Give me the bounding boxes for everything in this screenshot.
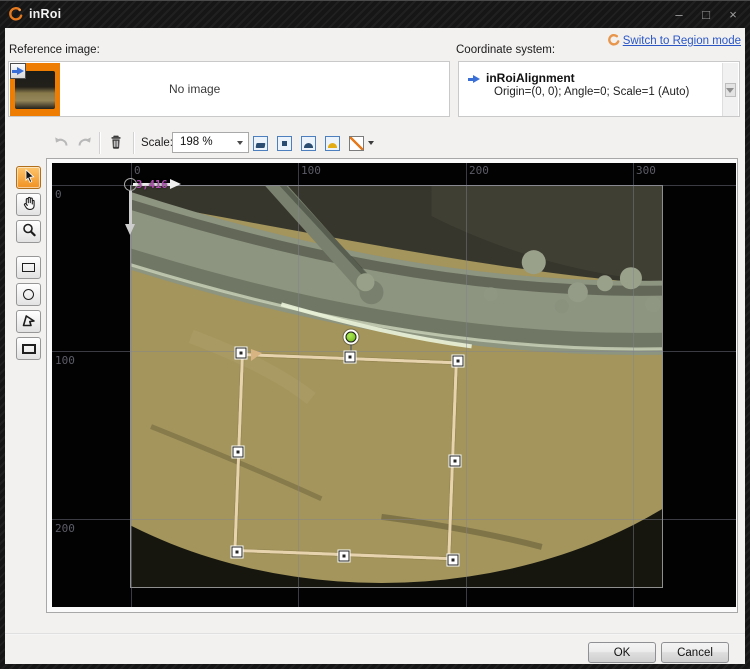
roi-handle-top-right[interactable] <box>452 355 464 367</box>
roi-style-icon <box>349 136 364 151</box>
coordinate-system-details: Origin=(0, 0); Angle=0; Scale=1 (Auto) <box>494 86 690 98</box>
close-icon[interactable]: × <box>726 8 740 21</box>
undo-button[interactable] <box>50 133 71 154</box>
trash-icon <box>107 133 125 154</box>
scroll-down-icon <box>726 88 734 93</box>
circle-icon <box>23 289 34 300</box>
scale-value: 198 % <box>180 136 213 148</box>
redo-icon <box>77 134 94 154</box>
ruler-label: 100 <box>55 354 75 367</box>
ruler-label: 0 <box>55 188 62 201</box>
magnifier-icon <box>21 222 37 241</box>
switch-to-region-mode-link[interactable]: Switch to Region mode <box>623 35 741 47</box>
window-controls: – □ × <box>672 0 740 28</box>
roi-handle-middle-right[interactable] <box>449 455 461 467</box>
scale-combobox[interactable]: 198 % <box>172 132 249 153</box>
roi-handle-top-middle[interactable] <box>344 351 356 363</box>
roi-handle-top-left[interactable] <box>235 347 247 359</box>
gridline-x-300 <box>633 163 634 607</box>
roi-first-vertex-marker <box>251 349 262 361</box>
polygon-icon <box>20 312 37 332</box>
roi-handle-middle-left[interactable] <box>232 446 244 458</box>
gridline-y-100 <box>52 351 736 352</box>
blue-arrow-icon <box>468 75 480 84</box>
switch-mode-icon <box>606 33 620 51</box>
reference-image-list[interactable]: No image <box>8 61 450 117</box>
x-axis-arrowhead-icon <box>170 179 181 189</box>
redo-button[interactable] <box>75 133 96 154</box>
ok-button[interactable]: OK <box>588 642 656 663</box>
zoom-fit-button[interactable] <box>250 133 271 154</box>
rectangle-icon <box>22 263 35 272</box>
cancel-button[interactable]: Cancel <box>661 642 729 663</box>
roi-canvas[interactable]: 0 100 200 300 0 100 200 3,416 <box>52 163 736 607</box>
maximize-icon[interactable]: □ <box>699 8 713 21</box>
mode-link-row: Switch to Region mode <box>0 31 745 49</box>
coordinate-system-item[interactable]: inRoiAlignment Origin=(0, 0); Angle=0; S… <box>468 71 689 100</box>
no-image-item[interactable]: No image <box>169 62 220 116</box>
thick-rectangle-icon <box>21 343 36 354</box>
ruler-label: 200 <box>469 164 489 177</box>
y-axis-arrowhead-icon <box>125 224 135 235</box>
roi-rectangle[interactable] <box>233 353 458 561</box>
coordinate-system-list[interactable]: inRoiAlignment Origin=(0, 0); Angle=0; S… <box>458 61 740 117</box>
footer-separator <box>5 633 745 635</box>
zoom-selection-button[interactable] <box>322 133 343 154</box>
circle-tool-button[interactable] <box>16 283 41 306</box>
ruler-label: 200 <box>55 522 75 535</box>
zoom-selection-icon <box>325 136 340 151</box>
pan-tool-button[interactable] <box>16 193 41 216</box>
toolbar-separator <box>99 132 100 154</box>
ruler-label: 100 <box>301 164 321 177</box>
reference-thumb-badge <box>10 63 26 79</box>
reference-thumbnail-selected[interactable] <box>10 63 60 116</box>
rectangle-tool-button[interactable] <box>16 256 41 279</box>
cursor-coordinates-text: 3,416 <box>136 179 168 191</box>
coordinate-system-label: Coordinate system: <box>456 44 556 56</box>
roi-handle-bottom-left[interactable] <box>231 546 243 558</box>
polygon-tool-button[interactable] <box>16 310 41 333</box>
app-logo-icon <box>7 6 23 22</box>
hand-icon <box>21 195 37 214</box>
ruler-label: 0 <box>134 164 141 177</box>
ruler-label: 300 <box>636 164 656 177</box>
zoom-original-icon <box>277 136 292 151</box>
scale-label: Scale: <box>141 137 173 149</box>
inroi-dialog: inRoi – □ × Switch to Region mode Refere… <box>0 0 750 669</box>
editor-panel: 0 100 200 300 0 100 200 3,416 <box>46 158 738 613</box>
chevron-down-icon[interactable] <box>237 141 243 145</box>
zoom-fit-width-icon <box>301 136 316 151</box>
select-tool-button[interactable] <box>16 166 41 189</box>
coordinate-system-name: inRoiAlignment <box>486 71 575 85</box>
minimize-icon[interactable]: – <box>672 8 686 21</box>
y-axis-arrow <box>129 191 132 224</box>
roi-handle-bottom-middle[interactable] <box>338 550 350 562</box>
coordinate-list-scrollbar[interactable] <box>722 63 738 116</box>
undo-icon <box>52 134 69 154</box>
roi-style-dropdown-icon[interactable] <box>368 141 374 145</box>
roi-rotate-handle[interactable] <box>345 331 357 343</box>
delete-roi-button[interactable] <box>105 133 126 154</box>
blue-arrow-icon <box>12 66 24 76</box>
roi-handle-bottom-right[interactable] <box>447 554 459 566</box>
gridline-x-200 <box>466 163 467 607</box>
cursor-arrow-icon <box>21 168 37 187</box>
toolbar-separator <box>133 132 134 154</box>
rotated-rectangle-tool-button[interactable] <box>16 337 41 360</box>
zoom-fit-icon <box>253 136 268 151</box>
window-title: inRoi <box>29 7 62 21</box>
zoom-tool-button[interactable] <box>16 220 41 243</box>
titlebar[interactable]: inRoi – □ × <box>0 0 750 28</box>
roi-style-button[interactable] <box>346 133 367 154</box>
zoom-original-size-button[interactable] <box>274 133 295 154</box>
zoom-fit-width-button[interactable] <box>298 133 319 154</box>
reference-image-label: Reference image: <box>9 44 100 56</box>
